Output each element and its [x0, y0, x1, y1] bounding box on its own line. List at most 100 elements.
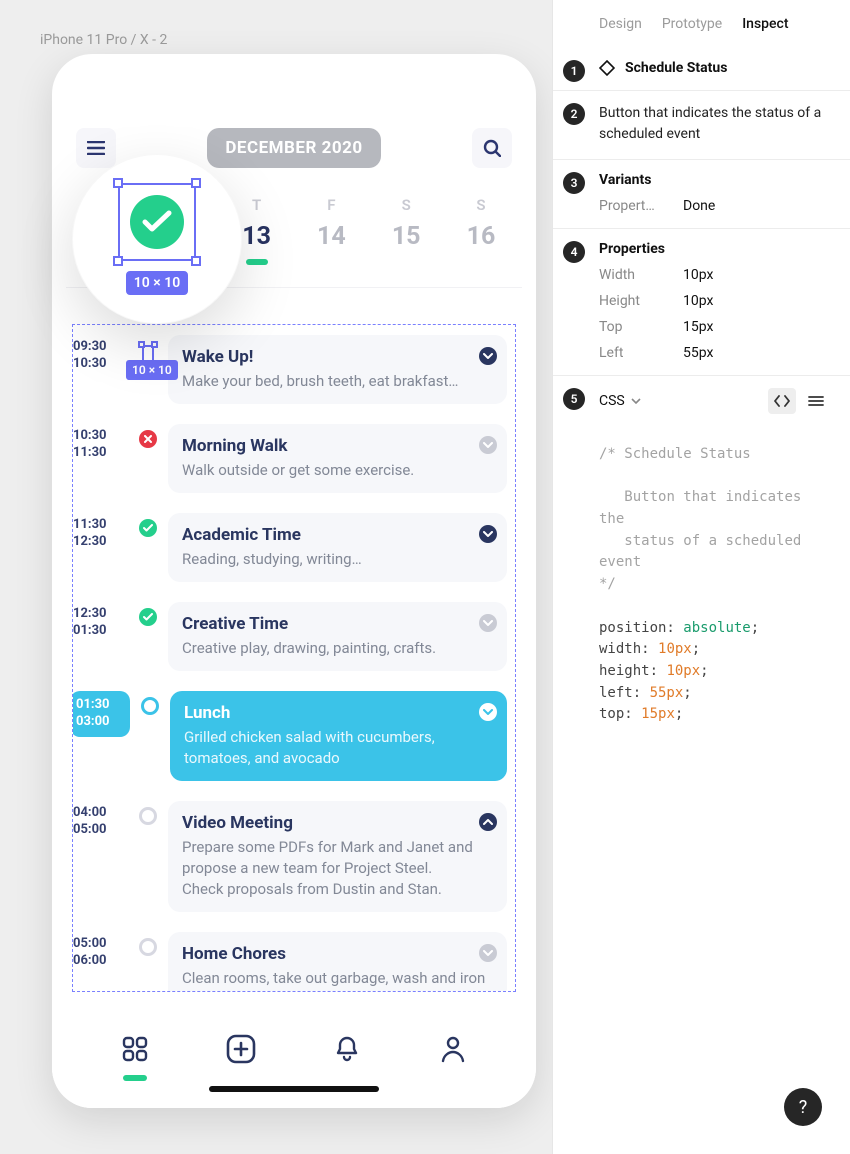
dimension-badge-small: 10 × 10: [126, 360, 178, 380]
event-title: Lunch: [184, 703, 493, 723]
table-view-button[interactable]: [802, 388, 830, 414]
prop-value: 10px: [683, 267, 713, 283]
expand-toggle[interactable]: [479, 944, 497, 962]
selection-bounds[interactable]: [118, 183, 196, 261]
section-description: 2 Button that indicates the status of a …: [553, 91, 850, 160]
nav-alerts[interactable]: [325, 1027, 369, 1071]
day-label: S: [375, 196, 437, 214]
event-times: 10:3011:30: [73, 424, 128, 462]
event-card[interactable]: Video Meeting Prepare some PDFs for Mark…: [168, 801, 507, 912]
variants-title: Variants: [599, 172, 651, 188]
panel-tabs: Design Prototype Inspect: [553, 0, 850, 48]
event-desc: Prepare some PDFs for Mark and Janet and…: [182, 837, 493, 900]
chevron-icon: [483, 620, 493, 626]
event-status[interactable]: [138, 513, 158, 537]
section-properties: 4 Properties Width10pxHeight10pxTop15pxL…: [553, 229, 850, 376]
hamburger-icon: [87, 141, 105, 155]
code-view-button[interactable]: [768, 388, 796, 414]
component-name: Schedule Status: [625, 60, 727, 76]
plus-square-icon: [226, 1034, 256, 1064]
expand-toggle[interactable]: [479, 703, 497, 721]
event-times: 11:3012:30: [73, 513, 128, 551]
expand-toggle[interactable]: [479, 347, 497, 365]
expand-toggle[interactable]: [479, 525, 497, 543]
tab-inspect[interactable]: Inspect: [742, 16, 788, 32]
event-desc: Creative play, drawing, painting, crafts…: [182, 638, 493, 659]
help-button[interactable]: ?: [784, 1088, 822, 1126]
day-15[interactable]: S 15: [375, 196, 437, 265]
prop-value: 10px: [683, 293, 713, 309]
event-title: Morning Walk: [182, 436, 493, 456]
nav-profile[interactable]: [431, 1027, 475, 1071]
grid-icon: [122, 1036, 148, 1062]
event-times: 12:3001:30: [73, 602, 128, 640]
prop-key: Height: [599, 293, 669, 309]
prop-value: 55px: [683, 345, 713, 361]
code-language-dropdown[interactable]: CSS: [599, 393, 641, 409]
event-status[interactable]: [140, 691, 160, 715]
event-card[interactable]: Lunch Grilled chicken salad with cucumbe…: [170, 691, 507, 781]
nav-add[interactable]: [219, 1027, 263, 1071]
event-title: Wake Up!: [182, 347, 493, 367]
day-number: 14: [300, 222, 362, 251]
callout-3: 3: [563, 172, 585, 194]
tab-design[interactable]: Design: [599, 16, 642, 32]
code-icon: [774, 395, 790, 407]
menu-button[interactable]: [76, 128, 116, 168]
event-row: 05:0006:00 Home Chores Clean rooms, take …: [73, 922, 507, 992]
expand-toggle[interactable]: [479, 614, 497, 632]
prop-key: Top: [599, 319, 669, 335]
frame-label: iPhone 11 Pro / X - 2: [40, 32, 167, 48]
selection-zoom-overlay: 10 × 10: [72, 154, 242, 324]
expand-toggle[interactable]: [479, 813, 497, 831]
callout-1: 1: [563, 60, 585, 82]
event-title: Home Chores: [182, 944, 493, 964]
event-times: 04:0005:00: [73, 801, 128, 839]
search-button[interactable]: [472, 128, 512, 168]
event-desc: Clean rooms, take out garbage, wash and …: [182, 968, 493, 989]
event-row: 10:3011:30 Morning Walk Walk outside or g…: [73, 414, 507, 493]
event-card[interactable]: Home Chores Clean rooms, take out garbag…: [168, 932, 507, 992]
callout-2: 2: [563, 103, 585, 125]
device-frame: DECEMBER 2020 M11W12T13F14S15S16 09:3010…: [52, 54, 536, 1108]
event-status[interactable]: [138, 801, 158, 825]
event-status[interactable]: [138, 932, 158, 956]
day-14[interactable]: F 14: [300, 196, 362, 265]
tab-prototype[interactable]: Prototype: [662, 16, 722, 32]
event-desc: Make your bed, brush teeth, eat brakfast…: [182, 371, 493, 392]
chevron-icon: [483, 950, 493, 956]
event-card[interactable]: Wake Up! Make your bed, brush teeth, eat…: [168, 335, 507, 404]
event-times: 09:3010:30: [73, 335, 128, 373]
expand-toggle[interactable]: [479, 436, 497, 454]
day-number: 15: [375, 222, 437, 251]
day-number: 16: [450, 222, 512, 251]
dimension-badge: 10 × 10: [126, 271, 188, 295]
event-desc: Walk outside or get some exercise.: [182, 460, 493, 481]
section-variants: 3 Variants Propert… Done: [553, 160, 850, 229]
search-icon: [483, 139, 501, 157]
event-times: 05:0006:00: [73, 932, 128, 970]
event-card[interactable]: Morning Walk Walk outside or get some ex…: [168, 424, 507, 493]
event-status[interactable]: [138, 602, 158, 626]
month-pill[interactable]: DECEMBER 2020: [207, 128, 380, 168]
event-desc: Reading, studying, writing…: [182, 549, 493, 570]
prop-value: 15px: [683, 319, 713, 335]
home-indicator: [209, 1086, 379, 1092]
day-label: F: [300, 196, 362, 214]
day-16[interactable]: S 16: [450, 196, 512, 265]
list-icon: [808, 395, 824, 407]
properties-title: Properties: [599, 241, 665, 257]
prop-key: Width: [599, 267, 669, 283]
event-status[interactable]: [138, 424, 158, 448]
nav-home[interactable]: [113, 1027, 157, 1071]
event-title: Creative Time: [182, 614, 493, 634]
code-block[interactable]: /* Schedule Status Button that indicates…: [553, 444, 850, 726]
event-card[interactable]: Creative Time Creative play, drawing, pa…: [168, 602, 507, 671]
day-label: S: [450, 196, 512, 214]
prop-key: Left: [599, 345, 669, 361]
check-icon: [142, 210, 172, 234]
chevron-icon: [483, 442, 493, 448]
event-card[interactable]: Academic Time Reading, studying, writing…: [168, 513, 507, 582]
event-row: 12:3001:30 Creative Time Creative play, d…: [73, 592, 507, 671]
event-row: 11:3012:30 Academic Time Reading, studyin…: [73, 503, 507, 582]
